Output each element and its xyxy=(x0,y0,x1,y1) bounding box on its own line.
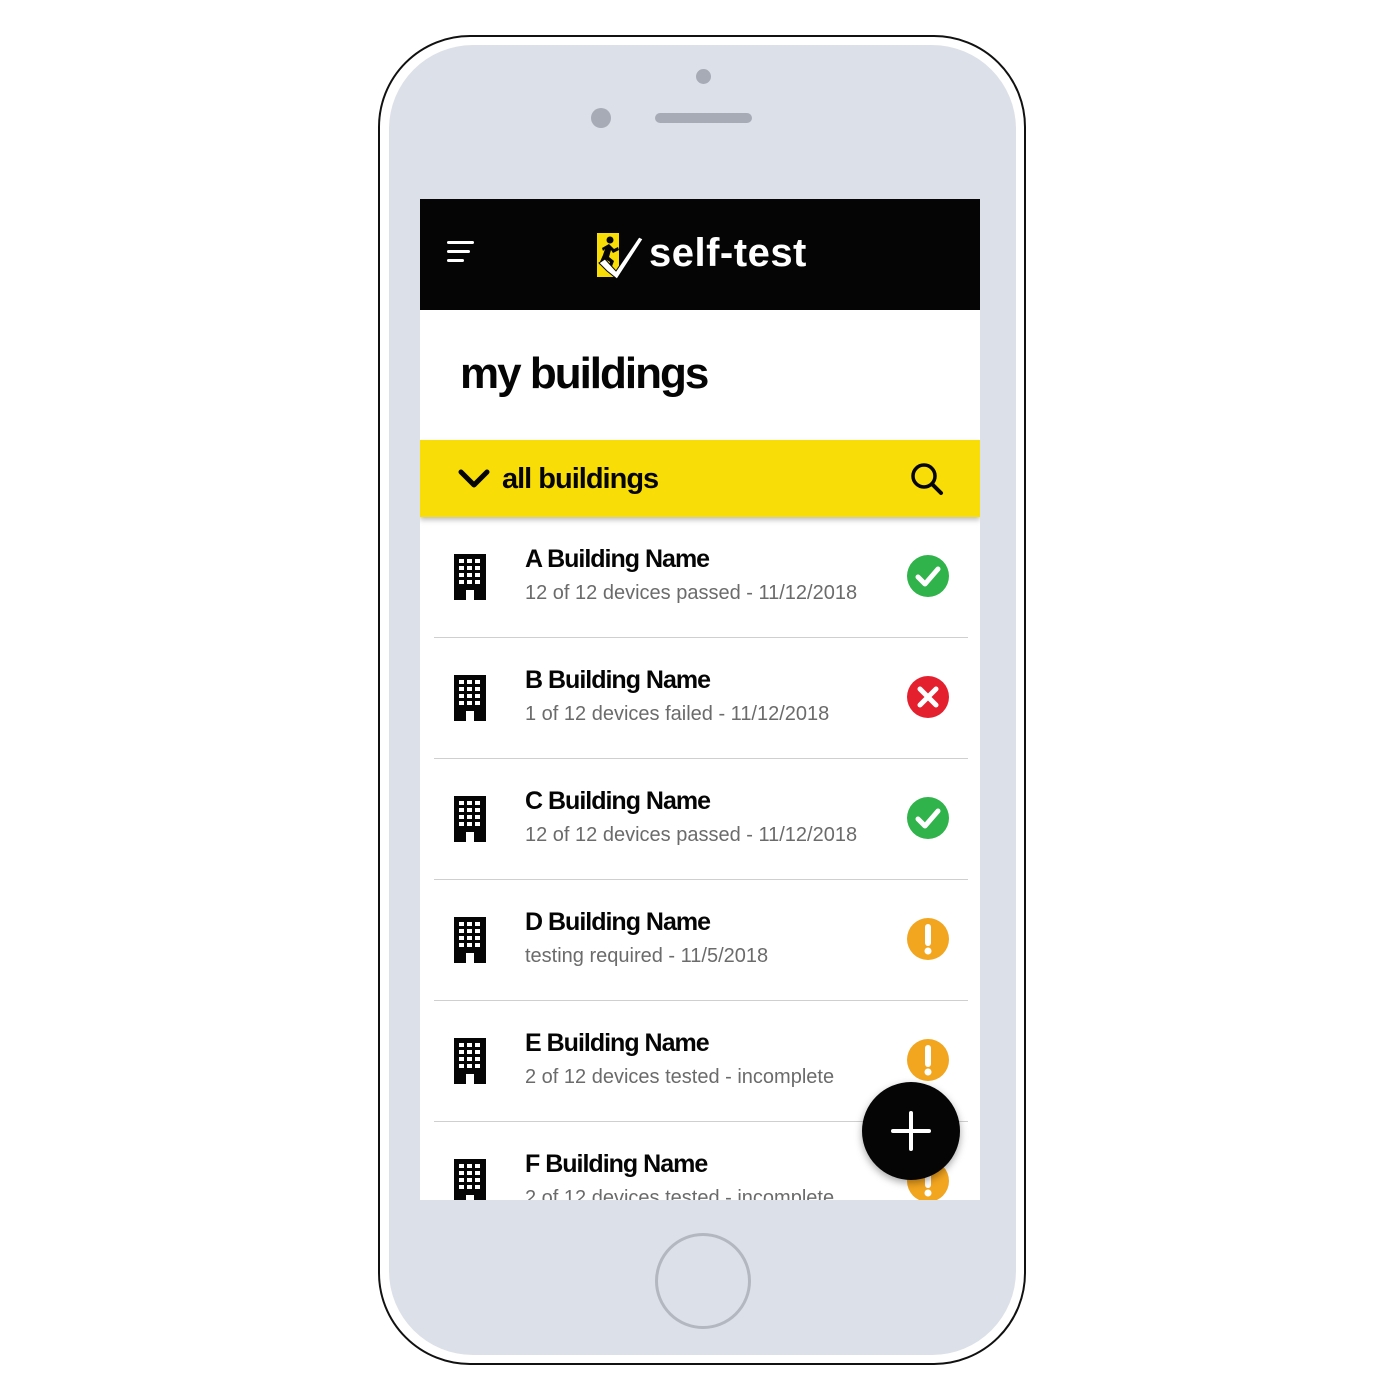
building-icon xyxy=(454,675,486,721)
self-test-logo xyxy=(597,233,644,280)
building-name: F Building Name xyxy=(525,1150,708,1178)
building-name: B Building Name xyxy=(525,666,711,694)
exclamation-circle-icon xyxy=(907,918,949,960)
building-status-text: 1 of 12 devices failed - 11/12/2018 xyxy=(525,703,830,725)
search-icon[interactable] xyxy=(910,462,944,496)
menu-icon[interactable] xyxy=(447,241,475,265)
page-title: my buildings xyxy=(460,349,709,398)
building-list-item[interactable]: D Building Name testing required - 11/5/2… xyxy=(420,880,980,1001)
x-circle-icon xyxy=(907,676,949,718)
building-icon xyxy=(454,1038,486,1084)
building-name: D Building Name xyxy=(525,908,711,936)
exclamation-circle-icon xyxy=(907,1039,949,1081)
add-building-button[interactable] xyxy=(862,1082,960,1180)
building-status-text: 12 of 12 devices passed - 11/12/2018 xyxy=(525,582,858,604)
building-status-text: 12 of 12 devices passed - 11/12/2018 xyxy=(525,824,858,846)
plus-icon[interactable] xyxy=(891,1111,931,1151)
building-list-item[interactable]: B Building Name 1 of 12 devices failed - … xyxy=(420,638,980,759)
app-title: self-test xyxy=(649,231,807,275)
building-icon xyxy=(454,796,486,842)
building-status-text: 2 of 12 devices tested - incomplete xyxy=(525,1066,835,1088)
building-filter-bar[interactable]: all buildings xyxy=(420,440,980,517)
building-name: C Building Name xyxy=(525,787,711,815)
check-circle-icon xyxy=(907,555,949,597)
building-icon xyxy=(454,917,486,963)
building-icon xyxy=(454,1159,486,1200)
building-status-text: 2 of 12 devices tested - incomplete xyxy=(525,1187,835,1200)
filter-label[interactable]: all buildings xyxy=(502,461,659,497)
building-status-text: testing required - 11/5/2018 xyxy=(525,945,769,967)
building-list-item[interactable]: A Building Name 12 of 12 devices passed -… xyxy=(420,517,980,638)
earpiece-speaker xyxy=(655,113,752,123)
check-circle-icon xyxy=(907,797,949,839)
building-list-item[interactable]: C Building Name 12 of 12 devices passed -… xyxy=(420,759,980,880)
building-icon xyxy=(454,554,486,600)
app-header: self-test xyxy=(420,199,980,310)
app-screen: self-test my buildings all buildings A B… xyxy=(420,199,980,1200)
chevron-down-icon[interactable] xyxy=(458,468,490,490)
front-camera xyxy=(696,69,711,84)
building-name: A Building Name xyxy=(525,545,710,573)
home-button[interactable] xyxy=(655,1233,751,1329)
proximity-sensor xyxy=(591,108,611,128)
building-name: E Building Name xyxy=(525,1029,710,1057)
